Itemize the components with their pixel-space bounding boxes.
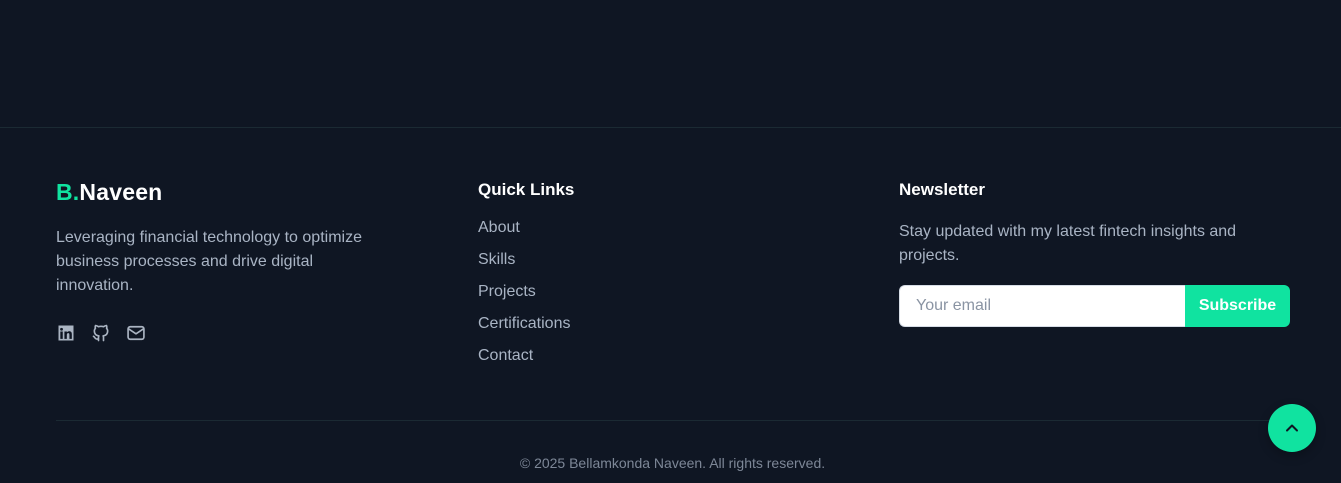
social-links: [56, 323, 396, 343]
newsletter-column: Newsletter Stay updated with my latest f…: [899, 176, 1291, 327]
quick-link-contact[interactable]: Contact: [478, 346, 778, 366]
chevron-up-icon: [1286, 424, 1298, 432]
quick-link-certifications[interactable]: Certifications: [478, 314, 778, 334]
mail-icon[interactable]: [126, 323, 146, 343]
subscribe-form: Subscribe: [899, 285, 1290, 327]
newsletter-title: Newsletter: [899, 180, 985, 199]
email-input[interactable]: [899, 285, 1185, 327]
quick-links-column: Quick Links About Skills Projects Certif…: [478, 176, 778, 378]
logo[interactable]: B.Naveen: [56, 176, 396, 208]
brand-column: B.Naveen Leveraging financial technology…: [56, 176, 396, 343]
logo-mark: B.: [56, 179, 80, 205]
scroll-to-top-button[interactable]: [1268, 404, 1316, 452]
bottom-divider: [56, 420, 1285, 421]
copyright-text: © 2025 Bellamkonda Naveen. All rights re…: [519, 455, 826, 471]
quick-link-skills[interactable]: Skills: [478, 250, 778, 270]
quick-link-about[interactable]: About: [478, 218, 778, 238]
logo-name: Naveen: [79, 179, 163, 205]
brand-description: Leveraging financial technology to optim…: [56, 229, 362, 294]
footer-page: B.Naveen Leveraging financial technology…: [0, 0, 1341, 483]
quick-links-title: Quick Links: [478, 180, 575, 199]
github-icon[interactable]: [91, 323, 111, 343]
linkedin-icon[interactable]: [56, 323, 76, 343]
subscribe-button[interactable]: Subscribe: [1185, 285, 1290, 327]
quick-link-projects[interactable]: Projects: [478, 282, 778, 302]
quick-links-list: About Skills Projects Certifications Con…: [478, 218, 778, 366]
newsletter-description: Stay updated with my latest fintech insi…: [899, 223, 1237, 264]
top-divider: [0, 127, 1341, 128]
